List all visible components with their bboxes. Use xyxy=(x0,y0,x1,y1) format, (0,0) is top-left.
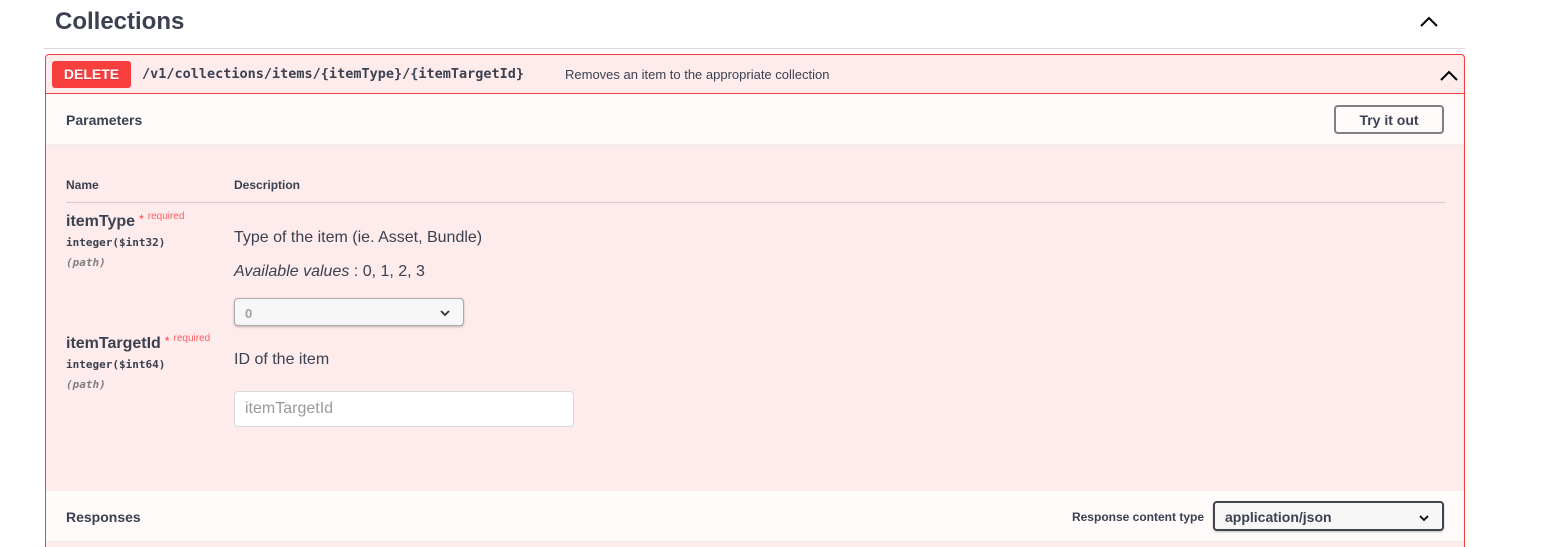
response-content-type-value: application/json xyxy=(1225,509,1332,525)
available-values-list: : 0, 1, 2, 3 xyxy=(353,263,425,280)
param-description: Type of the item (ie. Asset, Bundle) xyxy=(234,229,483,246)
param-name-text: itemTargetId xyxy=(66,335,161,352)
response-content-type-select[interactable]: application/json xyxy=(1213,501,1444,531)
response-content-type-label: Response content type xyxy=(1071,510,1204,524)
chevron-down-icon xyxy=(1419,515,1429,522)
param-name-text: itemType xyxy=(66,213,136,230)
item-type-select[interactable]: 0 xyxy=(234,298,464,326)
item-type-selected-value: 0 xyxy=(245,306,253,321)
method-badge: DELETE xyxy=(52,61,131,88)
chevron-up-icon[interactable] xyxy=(1438,65,1460,85)
param-type: integer($int32) xyxy=(66,236,166,249)
required-label: required xyxy=(147,211,185,222)
chevron-down-icon xyxy=(440,310,450,317)
operation-path: /v1/collections/items/{itemType}/{itemTa… xyxy=(142,66,525,82)
column-header-name: Name xyxy=(66,178,99,192)
parameters-title: Parameters xyxy=(66,112,143,128)
available-values-label: Available values xyxy=(234,263,350,280)
parameters-header: Parameters Try it out xyxy=(46,94,1464,145)
required-star: * xyxy=(139,212,144,226)
header-divider xyxy=(66,202,1445,203)
responses-header: Responses Response content type applicat… xyxy=(46,491,1464,542)
param-location: (path) xyxy=(66,256,106,269)
param-location: (path) xyxy=(66,378,106,391)
try-it-out-button[interactable]: Try it out xyxy=(1334,105,1444,134)
section-header[interactable]: Collections xyxy=(44,0,1465,49)
operation-block: DELETE /v1/collections/items/{itemType}/… xyxy=(45,54,1465,547)
operation-description: Removes an item to the appropriate colle… xyxy=(565,67,830,82)
param-description: ID of the item xyxy=(234,351,330,368)
required-star: * xyxy=(164,334,170,348)
required-label: required xyxy=(173,333,211,344)
chevron-up-icon[interactable] xyxy=(1417,12,1441,32)
param-name-item-target-id: itemTargetId * required xyxy=(66,333,211,353)
responses-title: Responses xyxy=(66,509,141,525)
column-header-description: Description xyxy=(234,178,301,192)
item-target-id-input[interactable] xyxy=(234,391,574,427)
section-title: Collections xyxy=(55,8,185,35)
param-name-item-type: itemType * required xyxy=(66,211,185,231)
available-values: Available values : 0, 1, 2, 3 xyxy=(234,263,425,281)
param-type: integer($int64) xyxy=(66,358,166,371)
operation-summary[interactable]: DELETE /v1/collections/items/{itemType}/… xyxy=(46,55,1464,94)
